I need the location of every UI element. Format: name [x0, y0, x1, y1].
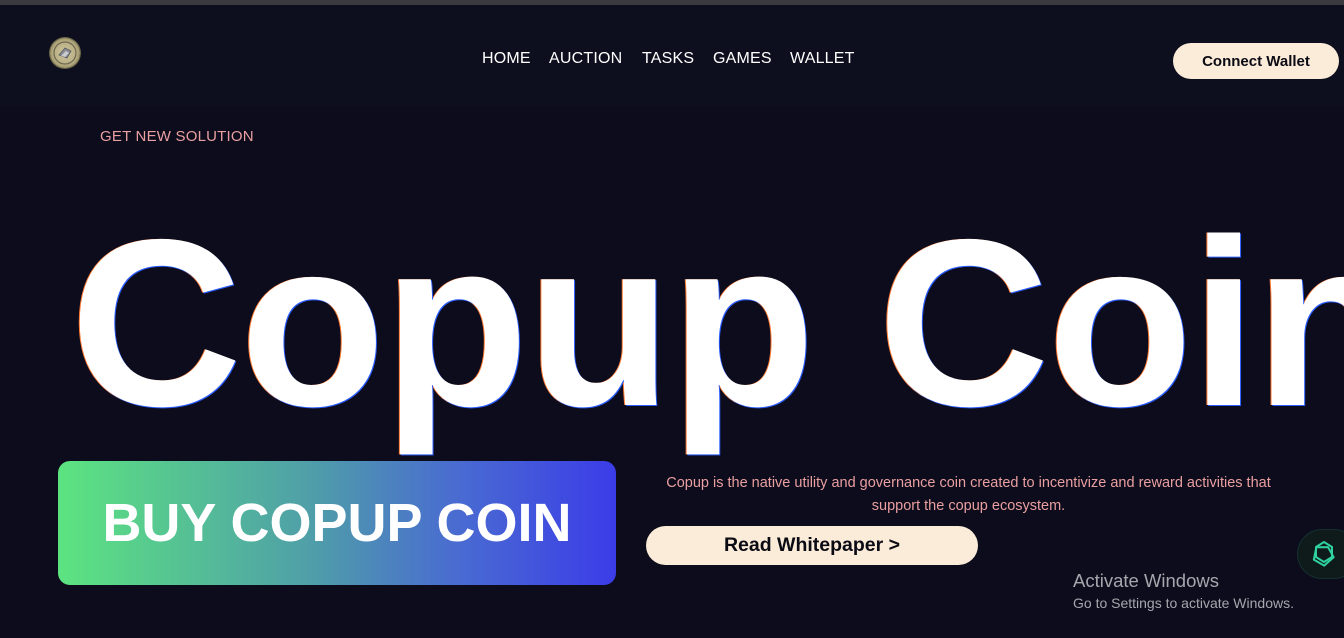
ai-assistant-icon	[1312, 541, 1335, 567]
nav-games[interactable]: GAMES	[713, 50, 772, 68]
connect-wallet-button[interactable]: Connect Wallet	[1173, 43, 1339, 79]
nav-auction[interactable]: AUCTION	[549, 50, 622, 68]
nav-home[interactable]: HOME	[482, 50, 531, 68]
main-navigation: HOME AUCTION TASKS GAMES WALLET	[0, 50, 1344, 72]
ai-assistant-widget[interactable]	[1298, 530, 1344, 578]
nav-tasks[interactable]: TASKS	[642, 50, 694, 68]
watermark-title: Activate Windows	[1073, 570, 1219, 591]
hero-eyebrow: GET NEW SOLUTION	[100, 128, 254, 145]
read-whitepaper-button[interactable]: Read Whitepaper >	[646, 526, 978, 565]
nav-wallet[interactable]: WALLET	[790, 50, 855, 68]
windows-activation-watermark: Activate Windows Go to Settings to activ…	[1073, 570, 1294, 614]
buy-copup-coin-button[interactable]: BUY COPUP COIN	[58, 461, 616, 585]
site-header: HOME AUCTION TASKS GAMES WALLET Connect …	[0, 5, 1344, 106]
watermark-subtitle: Go to Settings to activate Windows.	[1073, 595, 1294, 611]
hero-description: Copup is the native utility and governan…	[666, 475, 1271, 514]
hero-title: Copup Coin	[70, 191, 1344, 456]
